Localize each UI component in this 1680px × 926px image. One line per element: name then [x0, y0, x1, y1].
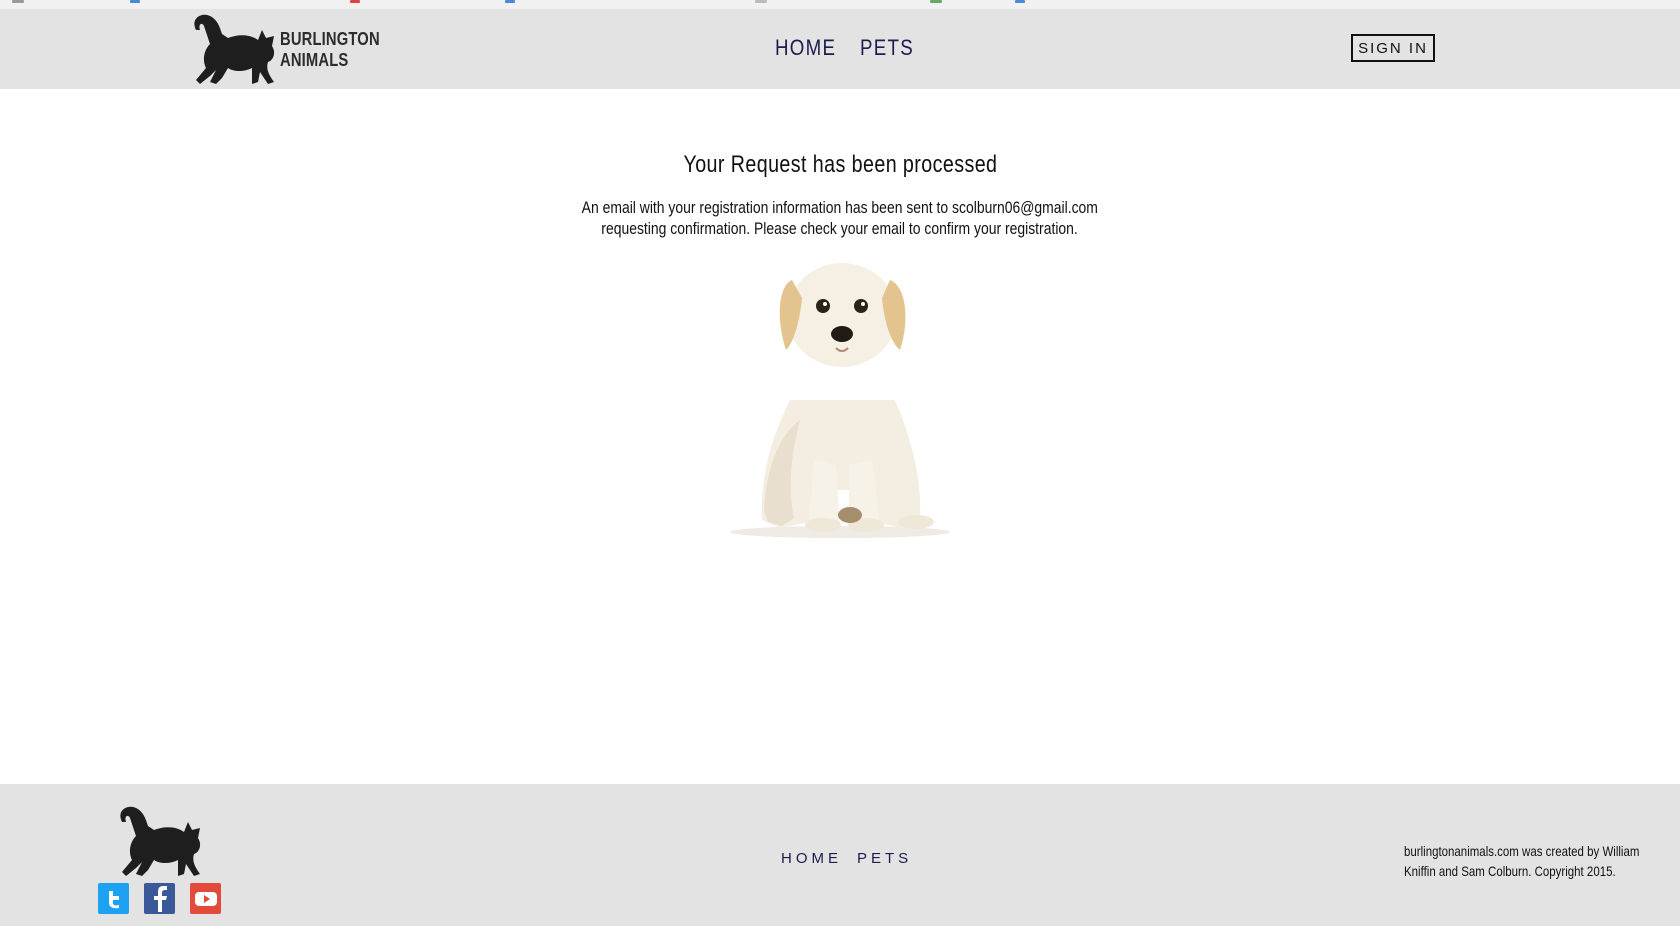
sign-in-button[interactable]: SIGN IN: [1351, 34, 1435, 62]
footer-cat-logo-icon[interactable]: [114, 804, 206, 878]
logo-line-2: ANIMALS: [280, 50, 349, 70]
site-logo[interactable]: BURLINGTON ANIMALS: [188, 12, 380, 86]
twitter-icon[interactable]: [98, 883, 129, 914]
credit-line-2: Kniffin and Sam Colburn. Copyright 2015.: [1404, 863, 1616, 879]
message-line-2: requesting confirmation. Please check yo…: [601, 219, 1079, 238]
page-title: Your Request has been processed: [0, 151, 1680, 179]
page-title-text: Your Request has been processed: [683, 151, 997, 178]
site-header: BURLINGTON ANIMALS HOME PETS SIGN IN: [0, 9, 1680, 89]
logo-line-1: BURLINGTON: [280, 29, 380, 49]
facebook-icon[interactable]: [144, 883, 175, 914]
footer-credit: burlingtonanimals.com was created by Wil…: [1404, 841, 1654, 881]
site-footer: HOME PETS burlingtonanimals.com was crea…: [0, 784, 1680, 926]
message-line-1: An email with your registration informat…: [581, 198, 1099, 217]
footer-home-link[interactable]: HOME: [781, 850, 842, 867]
nav-home-link[interactable]: HOME: [775, 35, 836, 61]
cat-logo-icon: [194, 14, 275, 85]
credit-line-1: burlingtonanimals.com was created by Wil…: [1404, 843, 1640, 859]
footer-pets-link[interactable]: PETS: [857, 850, 912, 867]
confirmation-message: An email with your registration informat…: [0, 197, 1680, 239]
youtube-icon[interactable]: [190, 883, 221, 914]
puppy-image: [730, 263, 950, 538]
logo-text: BURLINGTON ANIMALS: [280, 29, 380, 71]
nav-pets-link[interactable]: PETS: [860, 35, 914, 61]
